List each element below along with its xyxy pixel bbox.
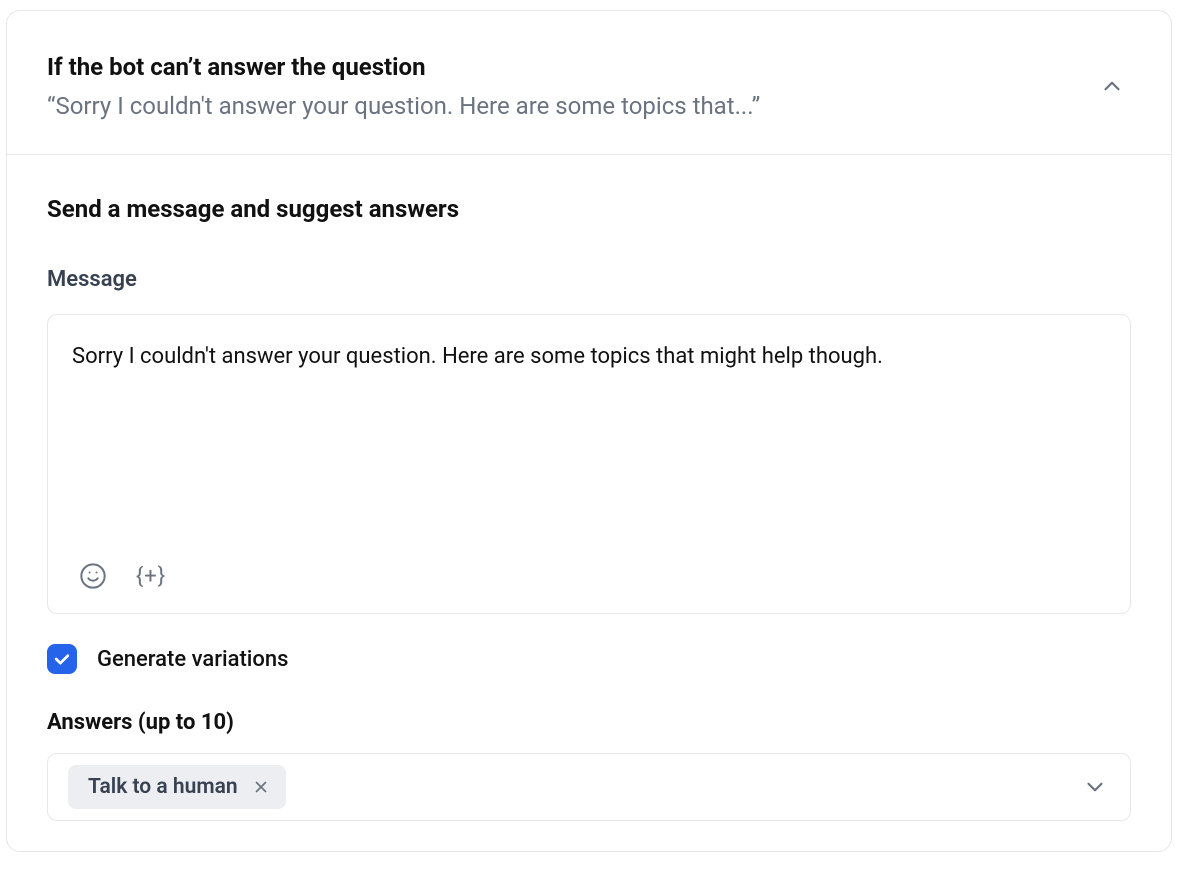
answer-chip: Talk to a human <box>68 765 286 809</box>
answers-label: Answers (up to 10) <box>47 710 1131 735</box>
message-textarea[interactable] <box>48 315 1130 547</box>
close-icon[interactable] <box>252 778 270 796</box>
generate-variations-checkbox[interactable] <box>47 644 77 674</box>
answers-chips: Talk to a human <box>68 765 1082 809</box>
header-titles: If the bot can’t answer the question “So… <box>47 51 1099 124</box>
card-body: Send a message and suggest answers Messa… <box>7 155 1171 851</box>
emoji-icon[interactable] <box>78 561 108 591</box>
chevron-down-icon[interactable] <box>1082 774 1108 800</box>
fallback-config-card: If the bot can’t answer the question “So… <box>6 10 1172 852</box>
generate-variations-row: Generate variations <box>47 644 1131 674</box>
check-icon <box>52 649 72 669</box>
generate-variations-label: Generate variations <box>97 647 288 672</box>
message-label: Message <box>47 267 1131 292</box>
answer-chip-label: Talk to a human <box>88 775 238 799</box>
accordion-header[interactable]: If the bot can’t answer the question “So… <box>7 11 1171 155</box>
editor-toolbar: {+} <box>48 547 1130 613</box>
card-title: If the bot can’t answer the question <box>47 51 1099 83</box>
chevron-up-icon[interactable] <box>1099 73 1125 99</box>
answers-select[interactable]: Talk to a human <box>47 753 1131 821</box>
section-title: Send a message and suggest answers <box>47 195 1131 223</box>
message-editor: {+} <box>47 314 1131 614</box>
card-subtitle: “Sorry I couldn't answer your question. … <box>47 89 1099 124</box>
insert-variable-icon[interactable]: {+} <box>136 561 166 591</box>
